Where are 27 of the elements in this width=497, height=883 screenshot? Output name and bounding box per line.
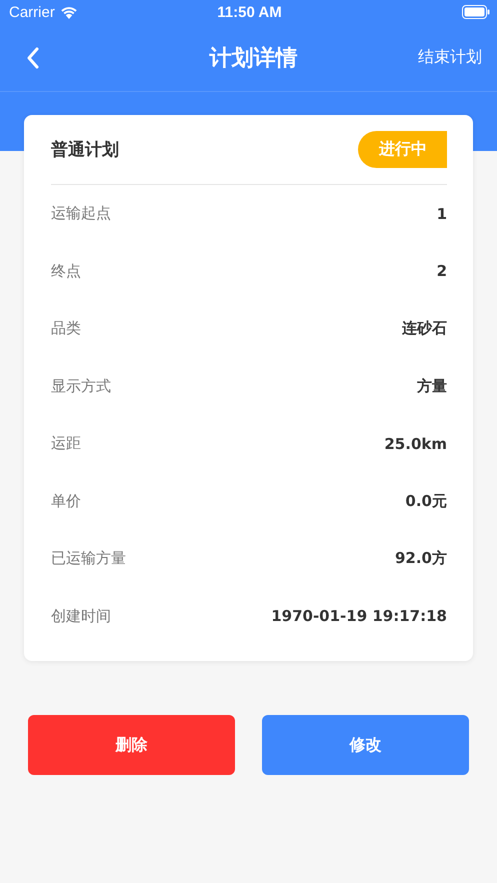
field-label: 创建时间 [51, 606, 111, 626]
field-value: 92.0方 [394, 549, 447, 568]
status-badge: 进行中 [358, 131, 447, 168]
end-plan-button[interactable]: 结束计划 [335, 43, 485, 72]
field-value: 1970-01-19 19:17:18 [271, 607, 447, 626]
clock-time: 11:50 AM [217, 4, 282, 20]
field-value: 2 [436, 262, 447, 280]
field-value: 25.0km [384, 434, 447, 453]
field-label: 品类 [51, 319, 81, 338]
field-label: 单价 [51, 492, 81, 511]
field-label: 终点 [51, 262, 81, 281]
field-value: 1 [436, 204, 447, 223]
edit-button[interactable]: 修改 [262, 715, 469, 775]
field-value: 方量 [417, 376, 447, 396]
field-value: 0.0元 [405, 492, 447, 511]
field-label: 运输起点 [51, 204, 111, 224]
back-icon[interactable] [26, 46, 40, 70]
field-value: 连砂石 [402, 319, 447, 338]
field-label: 已运输方量 [51, 549, 126, 568]
delete-button[interactable]: 删除 [28, 715, 235, 775]
field-label: 运距 [51, 434, 81, 454]
carrier-name: Carrier [9, 4, 55, 20]
wifi-icon [60, 6, 78, 18]
card-title: 普通计划 [51, 139, 119, 161]
field-label: 显示方式 [51, 376, 111, 396]
battery-icon [462, 5, 490, 19]
page-title: 计划详情 [210, 44, 298, 72]
